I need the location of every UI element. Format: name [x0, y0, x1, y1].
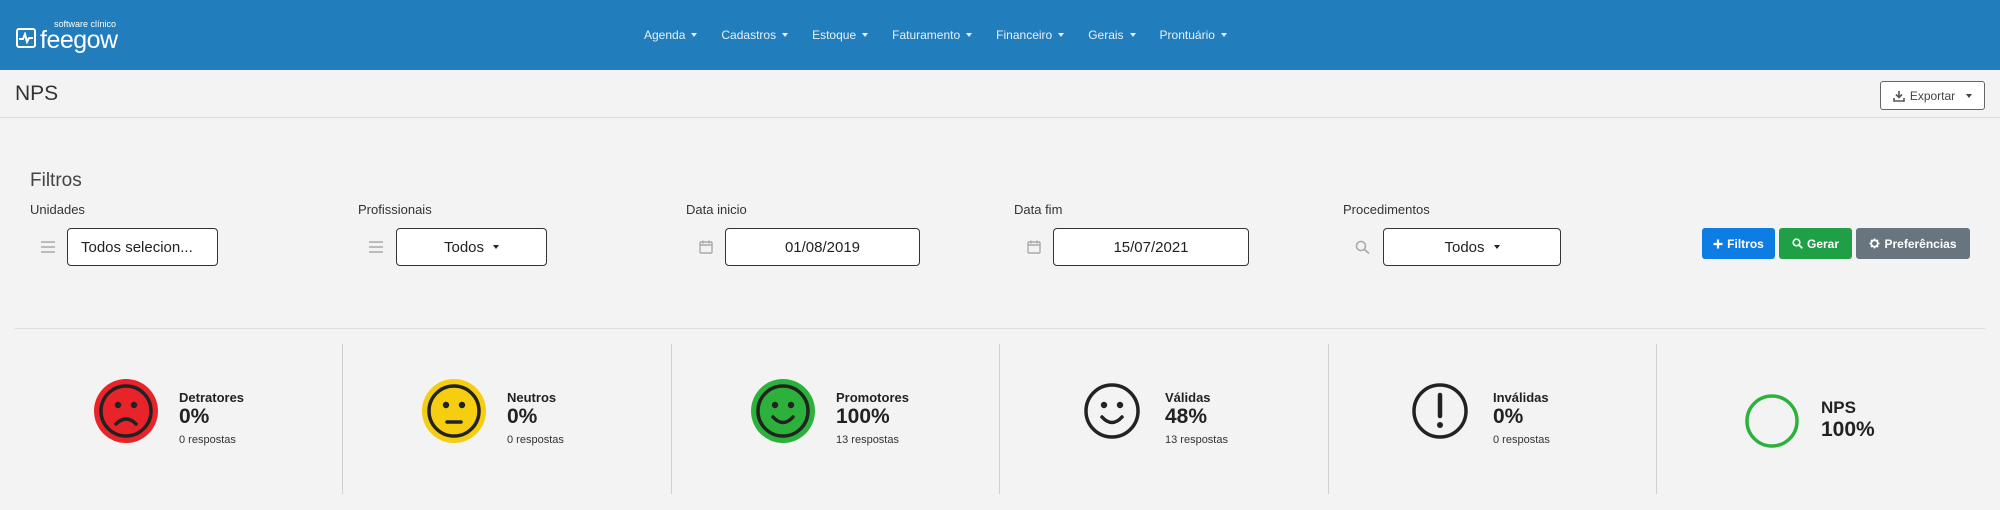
caret-down-icon [1966, 93, 1973, 98]
data-fim-label: Data fim [1014, 202, 1063, 217]
detratores-value: 0% [179, 405, 210, 428]
generate-button[interactable]: Gerar [1779, 228, 1852, 259]
detratores-label: Detratores [179, 390, 245, 405]
validas-count: 13 respostas [1165, 434, 1228, 446]
menu-faturamento[interactable]: Faturamento [892, 28, 973, 42]
invalidas-value: 0% [1493, 405, 1524, 428]
caret-down-icon [691, 33, 698, 37]
data-fim-value: 15/07/2021 [1113, 238, 1189, 256]
exclamation-circle-icon [1412, 383, 1468, 439]
caret-down-icon [1058, 33, 1065, 37]
validas-value: 48% [1165, 405, 1208, 428]
plus-icon [1713, 239, 1723, 248]
caret-down-icon [862, 33, 869, 37]
export-label: Exportar [1909, 88, 1956, 103]
unidades-select[interactable]: Todos selecion... [67, 228, 218, 266]
card-separator [1328, 344, 1329, 494]
caret-down-icon [966, 33, 973, 37]
caret-down-icon [1220, 33, 1227, 37]
menu-estoque-label: Estoque [812, 28, 857, 42]
invalidas-count: 0 respostas [1493, 434, 1550, 446]
nps-label: NPS [1821, 398, 1856, 417]
menu-financeiro[interactable]: Financeiro [996, 28, 1065, 42]
feegow-logo[interactable]: software clínico feegow [16, 18, 136, 54]
profissionais-select[interactable]: Todos [396, 228, 547, 266]
smile-icon [1084, 383, 1140, 439]
card-separator [999, 344, 1000, 494]
detratores-count: 0 respostas [179, 434, 236, 446]
caret-down-icon [1129, 33, 1136, 37]
promotores-value: 100% [836, 405, 890, 428]
main-menu: Agenda Cadastros Estoque Faturamento Fin… [644, 0, 1251, 70]
add-filters-label: Filtros [1727, 236, 1764, 251]
menu-prontuario-label: Prontuário [1159, 28, 1215, 42]
search-icon [1792, 238, 1803, 249]
generate-label: Gerar [1806, 236, 1840, 251]
menu-agenda[interactable]: Agenda [644, 28, 698, 42]
neutros-value: 0% [507, 405, 538, 428]
preferences-button[interactable]: Preferências [1856, 228, 1970, 259]
procedimentos-label: Procedimentos [1343, 202, 1430, 217]
menu-cadastros[interactable]: Cadastros [721, 28, 789, 42]
nps-value: 100% [1821, 418, 1875, 441]
caret-down-icon [1493, 245, 1500, 249]
happy-face-icon [751, 379, 815, 443]
procedimentos-select[interactable]: Todos [1383, 228, 1561, 266]
nps-ring-icon [1745, 394, 1799, 448]
search-icon [1355, 240, 1370, 254]
menu-gerais-label: Gerais [1088, 28, 1124, 42]
neutral-face-icon [422, 379, 486, 443]
page-title: NPS [15, 82, 59, 105]
menu-faturamento-label: Faturamento [892, 28, 961, 42]
unidades-value: Todos selecion... [81, 238, 193, 256]
filters-title: Filtros [30, 170, 82, 191]
top-navbar: software clínico feegow Agenda Cadastros… [0, 0, 2000, 70]
card-separator [342, 344, 343, 494]
data-inicio-input[interactable]: 01/08/2019 [725, 228, 920, 266]
logo-heartbeat-icon [16, 28, 36, 48]
calendar-icon [699, 240, 713, 254]
header-divider [0, 117, 2000, 118]
add-filters-button[interactable]: Filtros [1702, 228, 1775, 259]
data-fim-input[interactable]: 15/07/2021 [1053, 228, 1249, 266]
list-icon [369, 241, 383, 253]
data-inicio-value: 01/08/2019 [784, 238, 861, 256]
procedimentos-value: Todos [1444, 238, 1485, 256]
menu-agenda-label: Agenda [644, 28, 686, 42]
caret-down-icon [493, 245, 500, 249]
promotores-label: Promotores [836, 390, 909, 405]
logo-text: feegow [40, 26, 118, 54]
filters-divider [15, 328, 1985, 329]
menu-cadastros-label: Cadastros [721, 28, 777, 42]
menu-estoque[interactable]: Estoque [812, 28, 869, 42]
list-icon [41, 241, 55, 253]
calendar-icon [1027, 240, 1041, 254]
menu-financeiro-label: Financeiro [996, 28, 1053, 42]
promotores-count: 13 respostas [836, 434, 899, 446]
card-separator [1656, 344, 1657, 494]
menu-prontuario[interactable]: Prontuário [1160, 28, 1227, 42]
invalidas-label: Inválidas [1493, 390, 1549, 405]
data-inicio-label: Data inicio [686, 202, 747, 217]
preferences-label: Preferências [1884, 236, 1957, 251]
profissionais-label: Profissionais [358, 202, 432, 217]
gear-icon [1869, 238, 1881, 249]
validas-label: Válidas [1165, 390, 1211, 405]
neutros-count: 0 respostas [507, 434, 564, 446]
sad-face-icon [94, 379, 158, 443]
export-button[interactable]: Exportar [1880, 81, 1985, 110]
caret-down-icon [782, 33, 789, 37]
unidades-label: Unidades [30, 202, 85, 217]
menu-gerais[interactable]: Gerais [1088, 28, 1136, 42]
card-separator [671, 344, 672, 494]
download-icon [1893, 90, 1905, 102]
neutros-label: Neutros [507, 390, 557, 405]
profissionais-value: Todos [443, 238, 485, 256]
